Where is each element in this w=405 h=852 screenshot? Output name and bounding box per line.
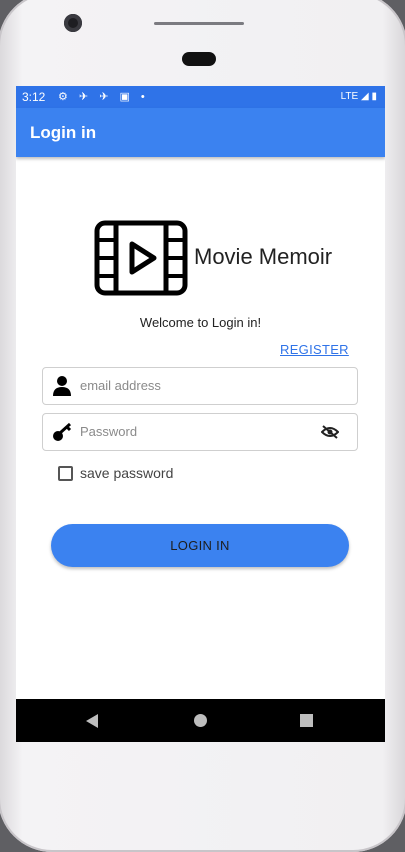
network-label: LTE (340, 91, 359, 102)
recent-apps-icon[interactable] (300, 714, 313, 727)
email-field[interactable]: email address (42, 367, 358, 405)
password-field[interactable]: Password (42, 413, 358, 451)
app-name: Movie Memoir (194, 244, 333, 269)
email-placeholder: email address (80, 378, 161, 393)
key-icon (53, 422, 72, 441)
earpiece (182, 52, 216, 66)
welcome-text: Welcome to Login in! (139, 315, 262, 330)
speaker-grille (154, 22, 244, 25)
system-nav-bar (16, 699, 385, 742)
login-button[interactable]: LOGIN IN (51, 524, 349, 567)
app-bar: Login in (16, 108, 385, 157)
home-icon[interactable] (194, 714, 207, 727)
battery-icon: ▮ (371, 91, 377, 102)
status-network: LTE ◢ ▮ (341, 86, 377, 108)
register-link[interactable]: REGISTER (280, 342, 349, 357)
hide-password-icon[interactable] (321, 424, 339, 440)
password-placeholder: Password (80, 424, 138, 439)
signal-icon: ◢ (361, 91, 369, 102)
status-bar: 3:12 ⚙ ✈ ✈ ▣ • LTE ◢ ▮ (16, 86, 385, 108)
back-icon[interactable] (86, 714, 98, 728)
page-title: Login in (30, 123, 97, 142)
status-time: 3:12 (22, 90, 46, 104)
front-camera (64, 14, 82, 32)
movie-logo-icon (94, 220, 188, 296)
status-icons: ⚙ ✈ ✈ ▣ • (58, 91, 149, 103)
save-password-checkbox[interactable] (58, 466, 73, 481)
app-screen: 3:12 ⚙ ✈ ✈ ▣ • LTE ◢ ▮ Login in Movie Me… (16, 86, 385, 742)
save-password-label: save password (80, 465, 174, 481)
person-icon (53, 376, 71, 396)
